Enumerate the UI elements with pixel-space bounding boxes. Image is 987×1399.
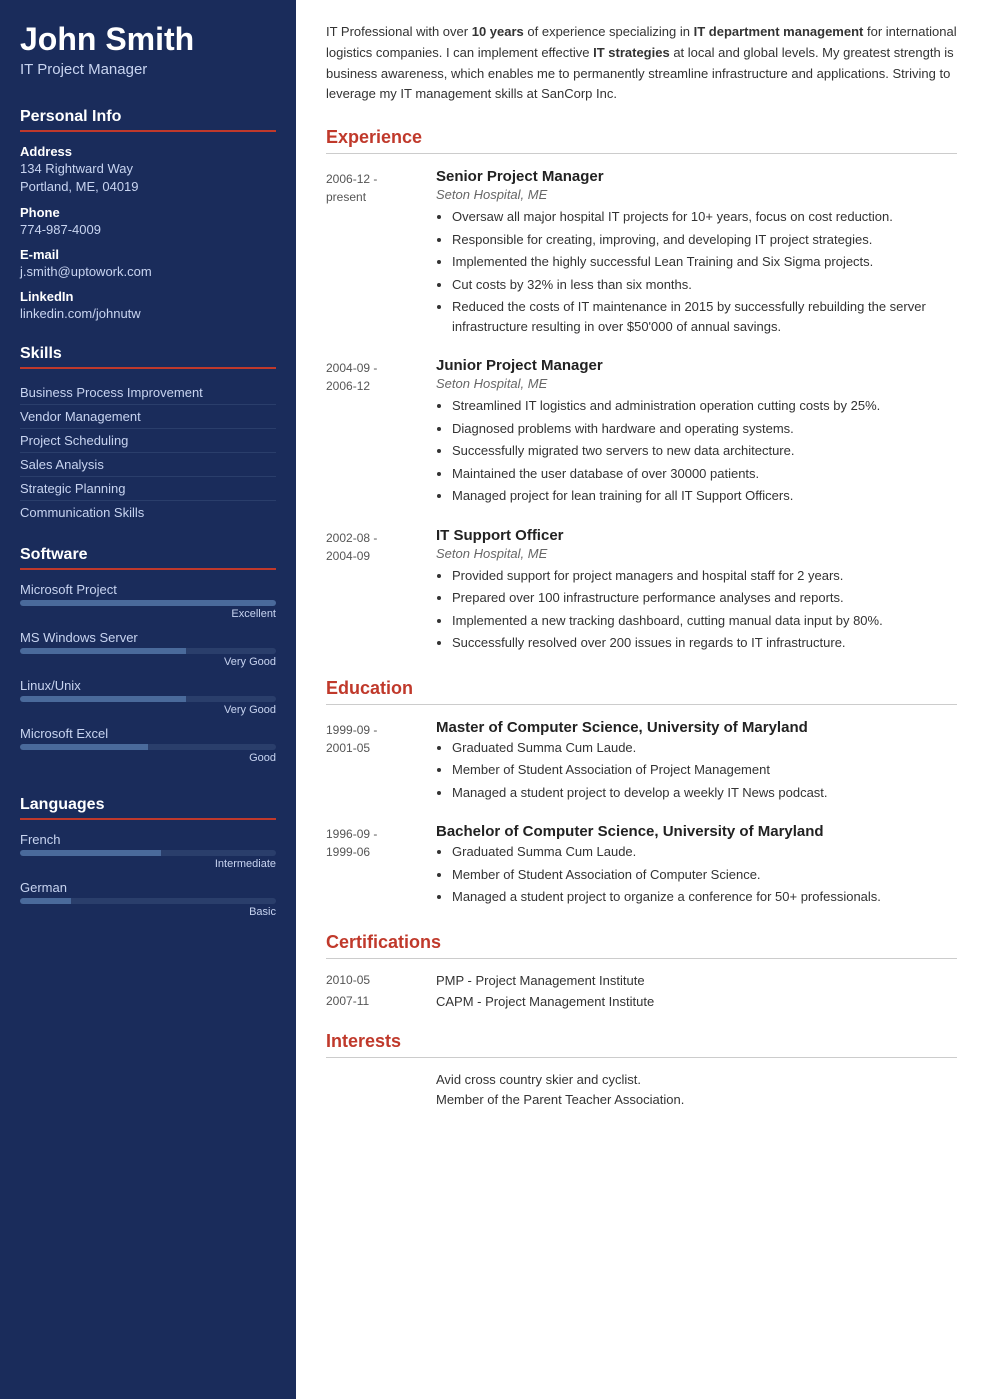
experience-section: Experience 2006-12 -present Senior Proje… [326, 127, 957, 656]
skill-item: Sales Analysis [20, 453, 276, 477]
software-item: Microsoft Excel Good [20, 726, 276, 764]
summary-text: IT Professional with over 10 years of ex… [326, 22, 957, 105]
bullet: Reduced the costs of IT maintenance in 2… [452, 297, 957, 336]
software-item: MS Windows Server Very Good [20, 630, 276, 668]
email-label: E-mail [20, 247, 276, 262]
skill-item: Project Scheduling [20, 429, 276, 453]
bullet: Prepared over 100 infrastructure perform… [452, 588, 957, 608]
skill-item: Strategic Planning [20, 477, 276, 501]
software-title: Software [20, 546, 276, 570]
bullet: Managed project for lean training for al… [452, 486, 957, 506]
skill-item: Business Process Improvement [20, 381, 276, 405]
linkedin-label: LinkedIn [20, 289, 276, 304]
experience-entry: 2002-08 -2004-09 IT Support Officer Seto… [326, 527, 957, 656]
languages-title: Languages [20, 796, 276, 820]
bullet: Oversaw all major hospital IT projects f… [452, 207, 957, 227]
software-item: Linux/Unix Very Good [20, 678, 276, 716]
candidate-title: IT Project Manager [20, 61, 276, 78]
software-section: Software Microsoft Project Excellent MS … [0, 534, 296, 784]
phone-label: Phone [20, 205, 276, 220]
bullet: Maintained the user database of over 300… [452, 464, 957, 484]
sidebar-header: John Smith IT Project Manager [0, 0, 296, 96]
personal-info-title: Personal Info [20, 108, 276, 132]
interests-section: Interests Avid cross country skier and c… [326, 1031, 957, 1107]
education-entry: 1999-09 -2001-05 Master of Computer Scie… [326, 719, 957, 806]
skill-item: Communication Skills [20, 501, 276, 524]
experience-entry: 2006-12 -present Senior Project Manager … [326, 168, 957, 339]
certifications-title: Certifications [326, 932, 957, 959]
linkedin-value: linkedin.com/johnutw [20, 305, 276, 323]
skills-section: Skills Business Process Improvement Vend… [0, 333, 296, 534]
bullet: Cut costs by 32% in less than six months… [452, 275, 957, 295]
cert-row: 2007-11 CAPM - Project Management Instit… [326, 994, 957, 1009]
phone-value: 774-987-4009 [20, 221, 276, 239]
skill-item: Vendor Management [20, 405, 276, 429]
experience-entry: 2004-09 -2006-12 Junior Project Manager … [326, 357, 957, 509]
bullet: Provided support for project managers an… [452, 566, 957, 586]
bullet: Successfully resolved over 200 issues in… [452, 633, 957, 653]
education-title: Education [326, 678, 957, 705]
cert-row: 2010-05 PMP - Project Management Institu… [326, 973, 957, 988]
bullet: Streamlined IT logistics and administrat… [452, 396, 957, 416]
main-content: IT Professional with over 10 years of ex… [296, 0, 987, 1399]
personal-info-section: Personal Info Address 134 Rightward WayP… [0, 96, 296, 333]
bullet: Managed a student project to develop a w… [452, 783, 957, 803]
sidebar: John Smith IT Project Manager Personal I… [0, 0, 296, 1399]
bullet: Successfully migrated two servers to new… [452, 441, 957, 461]
interest-item: Member of the Parent Teacher Association… [326, 1092, 957, 1107]
address-label: Address [20, 144, 276, 159]
skills-title: Skills [20, 345, 276, 369]
bullet: Member of Student Association of Project… [452, 760, 957, 780]
email-value: j.smith@uptowork.com [20, 263, 276, 281]
bullet: Managed a student project to organize a … [452, 887, 957, 907]
interests-title: Interests [326, 1031, 957, 1058]
education-section: Education 1999-09 -2001-05 Master of Com… [326, 678, 957, 910]
education-entry: 1996-09 -1999-06 Bachelor of Computer Sc… [326, 823, 957, 910]
bullet: Implemented the highly successful Lean T… [452, 252, 957, 272]
language-item: French Intermediate [20, 832, 276, 870]
software-item: Microsoft Project Excellent [20, 582, 276, 620]
bullet: Graduated Summa Cum Laude. [452, 738, 957, 758]
experience-title: Experience [326, 127, 957, 154]
bullet: Implemented a new tracking dashboard, cu… [452, 611, 957, 631]
bullet: Member of Student Association of Compute… [452, 865, 957, 885]
candidate-name: John Smith [20, 22, 276, 57]
languages-section: Languages French Intermediate German Bas… [0, 784, 296, 938]
language-item: German Basic [20, 880, 276, 918]
interest-item: Avid cross country skier and cyclist. [326, 1072, 957, 1087]
bullet: Diagnosed problems with hardware and ope… [452, 419, 957, 439]
bullet: Graduated Summa Cum Laude. [452, 842, 957, 862]
bullet: Responsible for creating, improving, and… [452, 230, 957, 250]
summary-section: IT Professional with over 10 years of ex… [326, 22, 957, 105]
address-value: 134 Rightward WayPortland, ME, 04019 [20, 160, 276, 196]
certifications-section: Certifications 2010-05 PMP - Project Man… [326, 932, 957, 1009]
